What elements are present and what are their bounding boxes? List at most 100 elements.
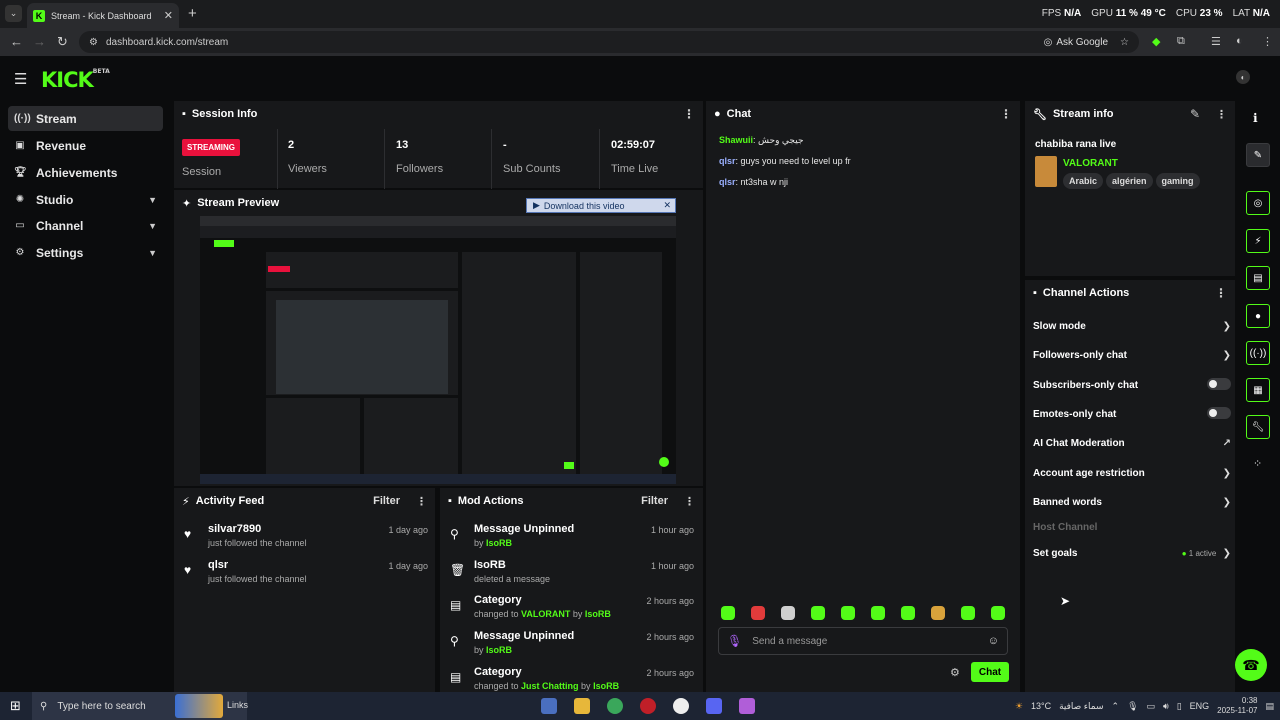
filter-button[interactable]: Filter	[641, 495, 668, 507]
app-icon[interactable]	[739, 698, 755, 714]
more-options-icon[interactable]: ⋮	[416, 495, 427, 508]
set-goals-row[interactable]: Set goals ● 1 active ❯	[1033, 543, 1231, 563]
edit-panel-icon[interactable]: ✎	[1246, 143, 1270, 167]
trash-icon: 🗑︎	[450, 563, 466, 577]
sidebar-item-channel[interactable]: ▭ Channel ▼	[8, 213, 163, 238]
edit-icon[interactable]: ✎	[1190, 107, 1200, 121]
category-thumbnail[interactable]	[1035, 156, 1057, 187]
emote-icon[interactable]	[811, 606, 825, 620]
tab-search-icon[interactable]: ⌄	[5, 5, 22, 22]
emote-icon[interactable]	[751, 606, 765, 620]
browser-tab[interactable]: K Stream - Kick Dashboard ✕	[27, 3, 179, 28]
chat-placeholder: Send a message	[752, 635, 828, 647]
broadcast-icon[interactable]: ((·))	[1246, 341, 1270, 365]
emote-icon[interactable]	[931, 606, 945, 620]
network-icon[interactable]: ▭	[1147, 701, 1156, 712]
emote-icon[interactable]	[721, 606, 735, 620]
emoji-icon[interactable]: ☺	[988, 635, 999, 647]
url-field[interactable]: ⚙ dashboard.kick.com/stream ◎ Ask Google …	[79, 31, 1139, 53]
emote-icon[interactable]	[781, 606, 795, 620]
add-widget-icon[interactable]: ⁘	[1253, 457, 1262, 470]
url-text: dashboard.kick.com/stream	[105, 36, 229, 48]
sidebar-item-achievements[interactable]: 🏆︎ Achievements	[8, 160, 163, 185]
forward-icon[interactable]: →	[33, 34, 46, 49]
ask-google-button[interactable]: ◎ Ask Google	[1044, 37, 1108, 48]
sidebar-item-stream[interactable]: ((·)) Stream	[8, 106, 163, 131]
more-options-icon[interactable]: ⋮	[683, 107, 695, 121]
discord-icon[interactable]	[706, 698, 722, 714]
app-icon[interactable]	[640, 698, 656, 714]
wrench-icon[interactable]: 🔧︎	[1246, 415, 1270, 439]
bolt-icon[interactable]: ⚡︎	[1246, 229, 1270, 253]
chat-bubble-icon[interactable]: ●	[1246, 304, 1270, 328]
reading-list-icon[interactable]: ☰	[1211, 35, 1221, 48]
menu-icon[interactable]: ☰	[14, 70, 27, 88]
support-headset-icon[interactable]: ☎	[1235, 649, 1267, 681]
browser-menu-icon[interactable]: ⋮	[1262, 35, 1273, 48]
search-highlight-image	[175, 694, 223, 718]
subscribers-only-row: Subscribers-only chat	[1033, 375, 1231, 395]
notifications-icon[interactable]: ▤	[1265, 701, 1274, 712]
sidebar-item-studio[interactable]: ✺ Studio ▼	[8, 187, 163, 212]
microphone-icon[interactable]: 🎙︎	[727, 634, 742, 648]
more-options-icon[interactable]: ⋮	[1000, 107, 1012, 121]
new-tab-icon[interactable]: +	[188, 5, 197, 22]
profile-icon[interactable]: ◐	[1236, 35, 1243, 47]
chevron-up-icon[interactable]: ⌃	[1112, 701, 1120, 712]
battery-icon[interactable]: ▯	[1177, 701, 1182, 712]
chrome-icon[interactable]	[607, 698, 623, 714]
emote-icon[interactable]	[841, 606, 855, 620]
emote-icon[interactable]	[871, 606, 885, 620]
kick-logo[interactable]: KICKBETA	[41, 68, 110, 92]
obs-icon[interactable]	[673, 698, 689, 714]
stream-title: chabiba rana live	[1035, 139, 1117, 150]
chat-bubble-icon: ●	[714, 108, 721, 120]
extensions-puzzle-icon[interactable]: ⧉	[1177, 35, 1185, 48]
file-explorer-icon[interactable]	[574, 698, 590, 714]
info-icon[interactable]: ℹ	[1253, 111, 1258, 125]
emote-icon[interactable]	[991, 606, 1005, 620]
clock[interactable]: 0:38 2025-11-07	[1217, 696, 1257, 716]
extension-icon[interactable]: ◆	[1152, 35, 1160, 48]
store-icon[interactable]	[541, 698, 557, 714]
slow-mode-row[interactable]: Slow mode ❯	[1033, 316, 1231, 336]
sidebar-item-settings[interactable]: ⚙ Settings ▼	[8, 240, 163, 265]
more-options-icon[interactable]: ⋮	[684, 495, 695, 508]
layout-icon[interactable]: ▦	[1246, 378, 1270, 402]
volume-icon[interactable]: 🔊︎	[1163, 701, 1169, 712]
fps-stat: FPS N/A	[1041, 8, 1082, 19]
more-options-icon[interactable]: ⋮	[1215, 286, 1227, 300]
category-name[interactable]: VALORANT	[1063, 158, 1118, 169]
subscribers-only-toggle[interactable]	[1207, 377, 1231, 390]
chevron-down-icon: ▼	[148, 247, 157, 258]
ai-moderation-row[interactable]: AI Chat Moderation ↗	[1033, 433, 1231, 453]
followers-only-row[interactable]: Followers-only chat ❯	[1033, 345, 1231, 365]
chat-settings-icon[interactable]: ⚙	[950, 666, 960, 679]
close-icon[interactable]: ✕	[659, 200, 675, 211]
download-video-button[interactable]: ▶ Download this video ✕	[526, 198, 676, 213]
microphone-icon[interactable]: 🎙︎	[1127, 701, 1138, 712]
emote-icon[interactable]	[961, 606, 975, 620]
sidebar-item-revenue[interactable]: ▣ Revenue	[8, 133, 163, 158]
close-tab-icon[interactable]: ✕	[164, 9, 173, 22]
back-icon[interactable]: ←	[10, 34, 23, 49]
emotes-only-toggle[interactable]	[1207, 406, 1231, 419]
site-info-icon[interactable]: ⚙	[89, 37, 98, 48]
chat-input[interactable]: 🎙︎ Send a message ☺	[718, 627, 1008, 655]
filter-button[interactable]: Filter	[373, 495, 400, 507]
document-icon[interactable]: ▤	[1246, 266, 1270, 290]
windows-start-icon[interactable]: ⊞	[10, 698, 21, 714]
user-avatar[interactable]: ◐	[1236, 70, 1250, 84]
stream-preview-video[interactable]	[200, 216, 676, 484]
more-options-icon[interactable]: ⋮	[1216, 108, 1227, 121]
activity-feed-header: ⚡︎ Activity Feed Filter ⋮	[182, 495, 427, 508]
banned-words-row[interactable]: Banned words ❯	[1033, 492, 1231, 512]
reload-icon[interactable]: ↻	[57, 34, 68, 50]
send-chat-button[interactable]: Chat	[971, 662, 1009, 682]
chevron-right-icon: ❯	[1222, 496, 1231, 508]
camera-icon[interactable]: ◎	[1246, 191, 1270, 215]
emote-icon[interactable]	[901, 606, 915, 620]
account-age-row[interactable]: Account age restriction ❯	[1033, 463, 1231, 483]
bookmark-star-icon[interactable]: ☆	[1120, 37, 1129, 48]
chevron-down-icon: ▼	[148, 194, 157, 205]
